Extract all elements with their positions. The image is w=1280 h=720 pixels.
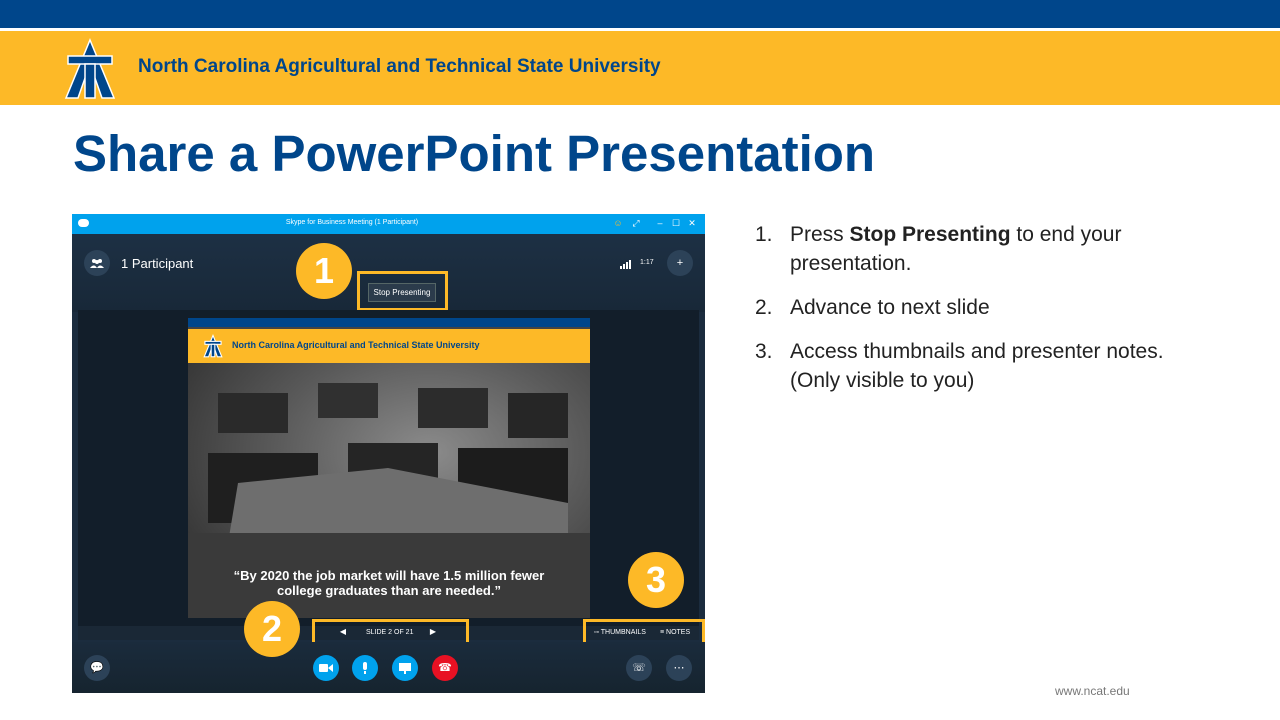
maximize-icon[interactable]: ☐ — [670, 217, 682, 230]
phone-transfer-icon: ☏ — [632, 662, 646, 674]
participants-button[interactable] — [84, 250, 110, 276]
hang-up-button[interactable]: ☎ — [432, 655, 458, 681]
microphone-button[interactable] — [352, 655, 378, 681]
instruction-list: 1. Press Stop Presenting to end your pre… — [755, 220, 1185, 410]
step-1: 1. Press Stop Presenting to end your pre… — [755, 220, 1185, 278]
footer-url[interactable]: www.ncat.edu — [1055, 684, 1130, 698]
aggie-logo-icon — [64, 38, 116, 99]
top-blue-stripe — [0, 0, 1280, 28]
slide-quote-line-1: “By 2020 the job market will have 1.5 mi… — [233, 568, 545, 583]
call-controls-button[interactable]: ☏ — [626, 655, 652, 681]
hang-up-icon: ☎ — [438, 662, 452, 674]
meeting-controls-bar — [72, 642, 705, 693]
add-person-icon: + — [676, 257, 684, 269]
callout-badge-3: 3 — [628, 552, 684, 608]
page-title: Share a PowerPoint Presentation — [73, 125, 876, 182]
video-camera-icon — [319, 664, 333, 673]
video-button[interactable] — [313, 655, 339, 681]
slide-quote: “By 2020 the job market will have 1.5 mi… — [188, 568, 590, 598]
skype-meeting-screenshot: Skype for Business Meeting (1 Participan… — [72, 214, 705, 693]
university-name: North Carolina Agricultural and Technica… — [138, 56, 661, 77]
step-3: 3. Access thumbnails and presenter notes… — [755, 337, 1185, 395]
slide-aggie-logo-icon — [203, 334, 223, 358]
step-1-pre: Press — [790, 223, 850, 246]
close-icon[interactable]: ✕ — [686, 217, 698, 230]
people-icon — [90, 259, 104, 269]
slide-university-name: North Carolina Agricultural and Technica… — [232, 340, 480, 350]
slide-quote-line-2: college graduates than are needed.” — [277, 583, 501, 598]
participants-label: 1 Participant — [121, 256, 194, 271]
monitor-icon — [399, 662, 411, 674]
step-3-number: 3. — [755, 340, 773, 363]
meeting-timer: 1:17 — [640, 259, 654, 266]
step-2-text: Advance to next slide — [790, 296, 990, 319]
chat-icon: 💬 — [90, 662, 104, 674]
highlight-stop-presenting — [357, 271, 448, 311]
step-2: 2. Advance to next slide — [755, 293, 1185, 322]
callout-badge-2: 2 — [244, 601, 300, 657]
signal-icon — [620, 260, 631, 269]
fullscreen-icon[interactable]: ⤢ — [630, 217, 642, 230]
emoji-icon[interactable]: ☺ — [612, 217, 624, 230]
step-1-number: 1. — [755, 223, 773, 246]
window-title: Skype for Business Meeting (1 Participan… — [285, 219, 419, 226]
step-3-text: Access thumbnails and presenter notes. (… — [790, 340, 1164, 392]
minimize-icon[interactable]: – — [654, 217, 666, 230]
add-participant-button[interactable]: + — [667, 250, 693, 276]
current-slide: North Carolina Agricultural and Technica… — [188, 318, 590, 618]
callout-badge-1: 1 — [296, 243, 352, 299]
more-options-icon: ⋯ — [673, 662, 685, 674]
present-button[interactable] — [392, 655, 418, 681]
window-titlebar: Skype for Business Meeting (1 Participan… — [72, 214, 705, 234]
chat-button[interactable]: 💬 — [84, 655, 110, 681]
slide-blue-stripe — [188, 318, 590, 327]
step-2-number: 2. — [755, 296, 773, 319]
more-options-button[interactable]: ⋯ — [666, 655, 692, 681]
microphone-icon — [363, 662, 367, 675]
step-1-bold: Stop Presenting — [849, 223, 1011, 246]
